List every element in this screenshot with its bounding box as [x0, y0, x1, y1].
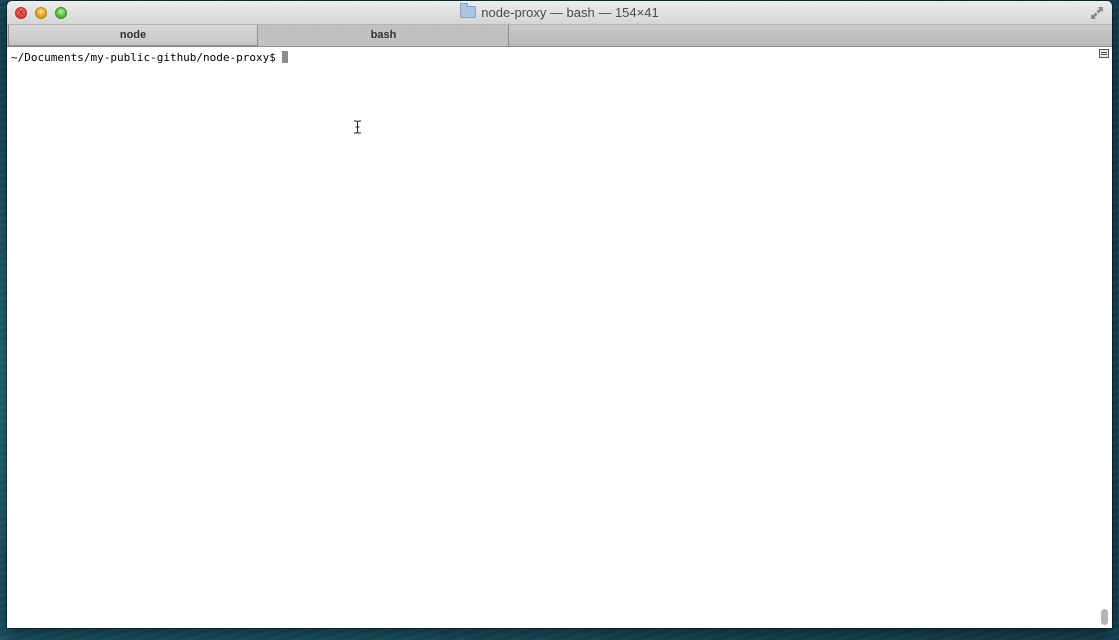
tab-bar: node bash	[7, 25, 1112, 47]
terminal-output[interactable]: ~/Documents/my-public-github/node-proxy$	[7, 47, 1096, 628]
tab-bash[interactable]: bash	[259, 25, 509, 46]
folder-icon	[460, 3, 477, 18]
fullscreen-button[interactable]	[1090, 6, 1104, 20]
split-pane-icon[interactable]	[1099, 49, 1109, 58]
title-bar[interactable]: × node-proxy — bash — 154×41	[7, 1, 1112, 25]
scroll-thumb[interactable]	[1101, 609, 1108, 625]
tab-label: bash	[370, 29, 397, 41]
prompt-line: ~/Documents/my-public-github/node-proxy$	[11, 51, 288, 64]
tab-node[interactable]: node	[8, 25, 258, 46]
text-cursor	[281, 51, 288, 63]
ibeam-cursor-icon	[354, 120, 361, 134]
vertical-scrollbar[interactable]	[1096, 47, 1112, 628]
window-title-text: node-proxy — bash — 154×41	[481, 5, 659, 20]
window-title: node-proxy — bash — 154×41	[7, 1, 1112, 24]
terminal-window: × node-proxy — bash — 154×41 node bash ~…	[7, 1, 1112, 628]
fullscreen-icon	[1091, 7, 1103, 19]
shell-prompt: ~/Documents/my-public-github/node-proxy$	[11, 51, 276, 64]
tab-label: node	[119, 29, 147, 41]
